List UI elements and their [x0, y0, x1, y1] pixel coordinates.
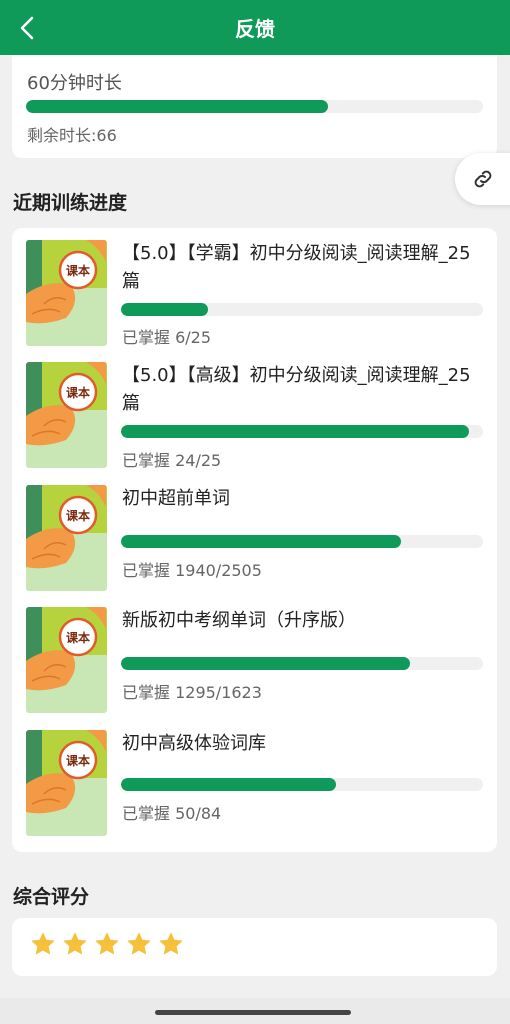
course-progress-bar: [121, 657, 483, 670]
course-cover: 课本: [26, 240, 107, 346]
svg-text:课本: 课本: [66, 263, 90, 278]
course-progress-fill: [121, 778, 337, 791]
course-progress-bar: [121, 425, 483, 438]
course-progress-fill: [121, 657, 410, 670]
svg-text:课本: 课本: [66, 385, 90, 400]
course-mastery-stat: 已掌握 1295/1623: [122, 683, 262, 702]
course-mastery-stat: 已掌握 6/25: [122, 328, 212, 347]
textbook-cover-icon: 课本: [26, 485, 107, 591]
course-progress-bar: [121, 535, 483, 548]
course-progress-fill: [121, 303, 208, 316]
course-progress-bar: [121, 778, 483, 791]
course-progress-fill: [121, 425, 469, 438]
svg-text:课本: 课本: [66, 753, 90, 768]
course-list: 课本 【5.0】【学霸】初中分级阅读_阅读理解_25篇已掌握 6/25 课本 【…: [12, 228, 497, 852]
duration-title: 60分钟时长: [27, 73, 122, 94]
course-progress-fill: [121, 535, 402, 548]
course-item[interactable]: 课本 初中超前单词已掌握 1940/2505: [12, 473, 497, 591]
progress-section-title: 近期训练进度: [13, 192, 128, 214]
course-item[interactable]: 课本 【5.0】【学霸】初中分级阅读_阅读理解_25篇已掌握 6/25: [12, 228, 497, 347]
duration-progress-fill: [26, 100, 328, 113]
textbook-cover-icon: 课本: [26, 607, 107, 713]
rating-section-title: 综合评分: [13, 886, 90, 908]
course-title: 【5.0】【高级】初中分级阅读_阅读理解_25篇: [122, 365, 471, 414]
course-cover: 课本: [26, 362, 107, 468]
header-bar: 反馈: [0, 0, 510, 55]
star-icon[interactable]: [126, 931, 152, 961]
course-progress-bar: [121, 303, 483, 316]
course-mastery-stat: 已掌握 50/84: [122, 804, 222, 823]
course-title: 新版初中考纲单词（升序版）: [122, 610, 356, 631]
page-title: 反馈: [235, 17, 275, 41]
course-title: 初中超前单词: [122, 488, 230, 509]
svg-text:课本: 课本: [66, 508, 90, 523]
star-icon[interactable]: [30, 931, 56, 961]
course-cover: 课本: [26, 730, 107, 836]
duration-progress-bar: [26, 100, 483, 113]
textbook-cover-icon: 课本: [26, 240, 107, 346]
duration-remaining: 剩余时长:66: [27, 126, 117, 145]
home-indicator: [155, 1010, 351, 1015]
course-mastery-stat: 已掌握 24/25: [122, 451, 222, 470]
star-icon[interactable]: [94, 931, 120, 961]
course-cover: 课本: [26, 607, 107, 713]
rating-card: [12, 918, 497, 976]
link-icon: [474, 170, 492, 188]
course-item[interactable]: 课本 【5.0】【高级】初中分级阅读_阅读理解_25篇已掌握 24/25: [12, 350, 497, 470]
course-title: 初中高级体验词库: [122, 733, 266, 754]
svg-text:课本: 课本: [66, 630, 90, 645]
textbook-cover-icon: 课本: [26, 730, 107, 836]
star-icon[interactable]: [158, 931, 184, 961]
share-link-button[interactable]: [455, 153, 510, 205]
chevron-left-icon: [20, 16, 34, 40]
course-mastery-stat: 已掌握 1940/2505: [122, 561, 262, 580]
star-icon[interactable]: [62, 931, 88, 961]
star-rating[interactable]: [30, 931, 184, 961]
course-item[interactable]: 课本 初中高级体验词库 已掌握 50/84: [12, 718, 497, 836]
course-cover: 课本: [26, 485, 107, 591]
back-button[interactable]: [10, 10, 46, 46]
duration-card: 60分钟时长 剩余时长:66: [12, 55, 497, 158]
course-title: 【5.0】【学霸】初中分级阅读_阅读理解_25篇: [122, 243, 471, 292]
textbook-cover-icon: 课本: [26, 362, 107, 468]
course-item[interactable]: 课本 新版初中考纲单词（升序版） 已掌握 1295/1623: [12, 595, 497, 713]
